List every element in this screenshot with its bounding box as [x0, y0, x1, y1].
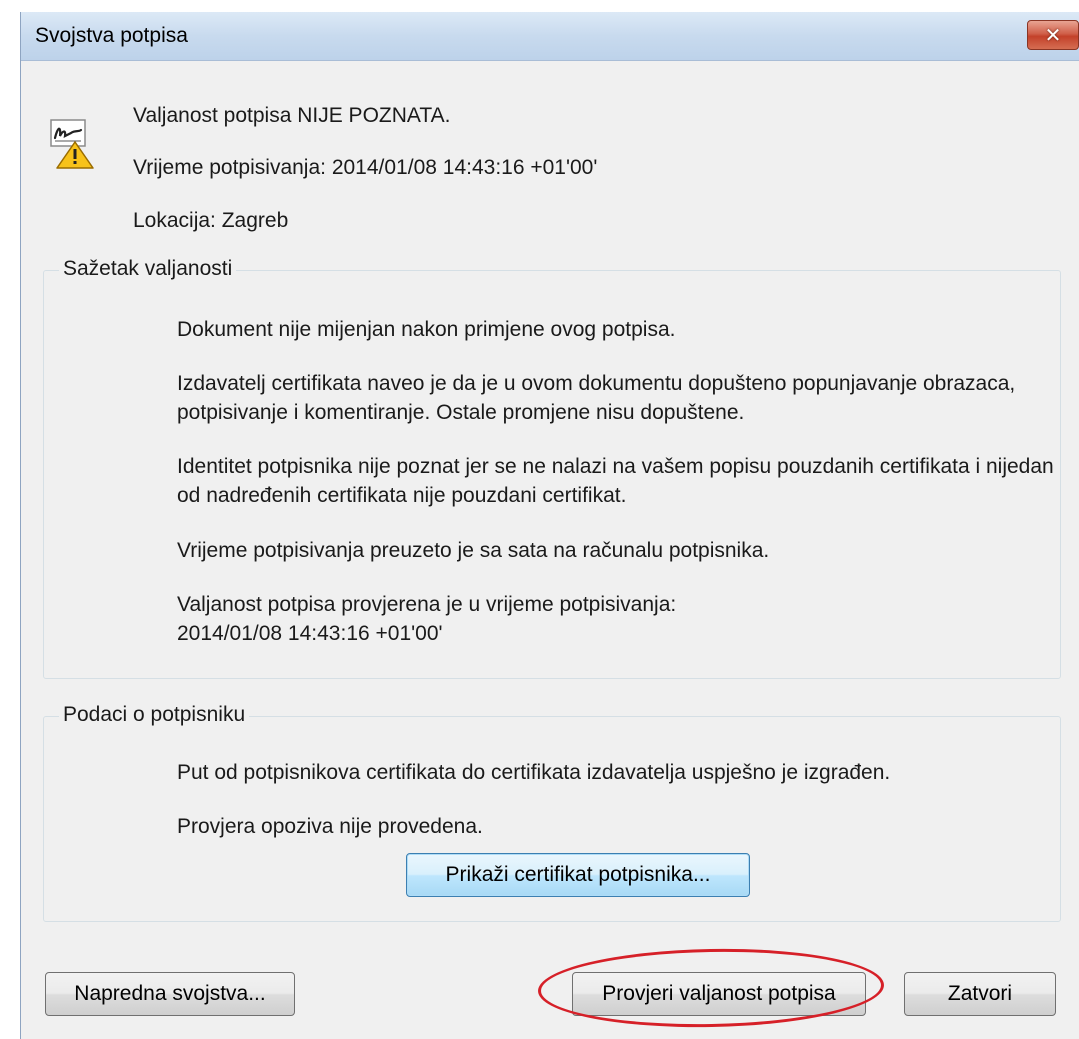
summary-paragraph-verified-time: 2014/01/08 14:43:16 +01'00' — [177, 622, 443, 645]
close-window-button[interactable]: ✕ — [1027, 20, 1079, 50]
validity-summary-label: Sažetak valjanosti — [59, 257, 237, 281]
close-button[interactable]: Zatvori — [904, 972, 1056, 1016]
summary-paragraph-identity: Identitet potpisnika nije poznat jer se … — [177, 455, 1054, 507]
validity-status: Valjanost potpisa NIJE POZNATA. — [133, 104, 451, 127]
title-bar[interactable]: Svojstva potpisa ✕ — [21, 12, 1079, 61]
window-title: Svojstva potpisa — [35, 24, 188, 47]
close-icon: ✕ — [1044, 24, 1062, 47]
signing-time-label: Vrijeme potpisivanja: — [133, 156, 326, 179]
summary-paragraph-verified-at: Valjanost potpisa provjerena je u vrijem… — [177, 593, 677, 616]
signature-warning-icon — [50, 119, 94, 169]
location-value: Zagreb — [221, 209, 289, 232]
location-label: Lokacija: — [133, 209, 216, 232]
signer-paragraph-chain: Put od potpisnikova certifikata do certi… — [177, 761, 891, 784]
summary-paragraph-time-source: Vrijeme potpisivanja preuzeto je sa sata… — [177, 539, 770, 562]
summary-paragraph-unchanged: Dokument nije mijenjan nakon primjene ov… — [177, 318, 676, 341]
signature-properties-dialog: Svojstva potpisa ✕ Valjanost potpisa NIJ… — [20, 12, 1079, 1039]
signing-time: Vrijeme potpisivanja: 2014/01/08 14:43:1… — [133, 156, 597, 180]
signer-info-label: Podaci o potpisniku — [59, 703, 250, 727]
summary-paragraph-permissions: Izdavatelj certifikata naveo je da je u … — [177, 372, 1016, 424]
advanced-properties-button[interactable]: Napredna svojstva... — [45, 972, 295, 1016]
signing-time-value: 2014/01/08 14:43:16 +01'00' — [331, 156, 598, 179]
show-signer-certificate-button[interactable]: Prikaži certifikat potpisnika... — [406, 853, 750, 897]
signer-paragraph-revocation: Provjera opoziva nije provedena. — [177, 815, 483, 838]
location: Lokacija: Zagreb — [133, 209, 288, 233]
